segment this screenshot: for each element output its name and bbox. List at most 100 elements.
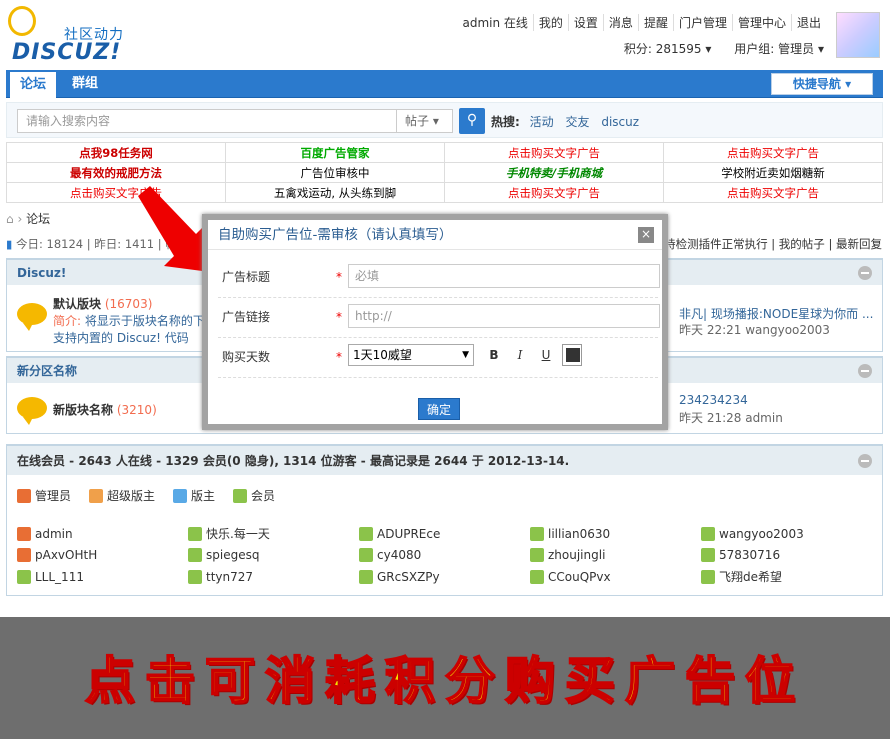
promo-banner: 点击可消耗积分购买广告位: [0, 617, 890, 739]
text-ad[interactable]: 手机特卖/手机商城: [444, 162, 664, 183]
forum-bubble-icon: [17, 303, 47, 331]
last-post-time: 昨天 22:21 wangyoo2003: [679, 323, 830, 337]
topbar-settings[interactable]: 设置: [567, 14, 603, 31]
text-ad[interactable]: 点我98任务网: [6, 142, 226, 163]
topbar-user[interactable]: admin 在线: [457, 14, 532, 31]
collapse-icon[interactable]: [858, 364, 872, 378]
tab-group[interactable]: 群组: [62, 70, 108, 98]
text-ad[interactable]: 广告位审核中: [225, 162, 445, 183]
ad-days-select[interactable]: 1天10威望 ▼: [348, 344, 474, 366]
topbar-portal-admin[interactable]: 门户管理: [672, 14, 732, 31]
tab-forum[interactable]: 论坛: [10, 72, 57, 98]
legend-label: 版主: [191, 489, 216, 503]
text-ad[interactable]: 点击购买文字广告: [444, 142, 664, 163]
home-icon[interactable]: ⌂: [6, 212, 14, 226]
member-item[interactable]: 57830716: [701, 548, 872, 562]
legend-label: 会员: [251, 489, 276, 503]
member-item[interactable]: spiegesq: [188, 548, 359, 562]
forum-desc: 简介: 将显示于版块名称的下面: [53, 312, 217, 329]
member-item[interactable]: LLL_111: [17, 568, 188, 585]
member-item[interactable]: ADUPREce: [359, 525, 530, 542]
collapse-icon[interactable]: [858, 454, 872, 468]
stats-icon: ▮: [6, 237, 13, 251]
legend-admin: 管理员: [17, 487, 71, 504]
text-ad[interactable]: 点击购买文字广告: [444, 182, 664, 203]
credits[interactable]: 积分: 281595: [624, 42, 702, 56]
color-picker-button[interactable]: [562, 344, 582, 366]
member-item[interactable]: admin: [17, 525, 188, 542]
text-ad[interactable]: 点击购买文字广告: [663, 182, 883, 203]
topbar-admin-center[interactable]: 管理中心: [731, 14, 791, 31]
required-mark: *: [336, 350, 342, 364]
member-item[interactable]: zhoujingli: [530, 548, 701, 562]
search-scope-select[interactable]: 帖子 ▾: [397, 109, 453, 133]
search-button[interactable]: ⚲: [459, 108, 485, 134]
hot-term[interactable]: 交友: [565, 115, 589, 129]
forum-count: (3210): [116, 403, 157, 417]
member-item[interactable]: ttyn727: [188, 568, 359, 585]
forum-bubble-icon: [17, 397, 47, 425]
member-name: 飞翔de希望: [719, 570, 783, 584]
text-ad[interactable]: 点击购买文字广告: [663, 142, 883, 163]
close-icon[interactable]: ×: [638, 227, 654, 243]
member-name: wangyoo2003: [719, 526, 804, 541]
last-post-title[interactable]: 234234234: [679, 393, 748, 407]
online-header: 在线会员 - 2643 人在线 - 1329 会员(0 隐身), 1314 位游…: [7, 445, 882, 475]
search-icon: ⚲: [466, 112, 478, 128]
usergroup[interactable]: 用户组: 管理员: [734, 42, 814, 56]
hot-term[interactable]: 活动: [530, 115, 554, 129]
topbar-notify[interactable]: 提醒: [637, 14, 673, 31]
confirm-button[interactable]: 确定: [418, 398, 460, 420]
forum-name[interactable]: 新版块名称: [53, 403, 113, 417]
text-ad[interactable]: 学校附近卖如烟糖新: [663, 162, 883, 183]
hot-term[interactable]: discuz: [601, 115, 639, 129]
forum-entry: 默认版块 (16703): [53, 295, 152, 312]
ad-title-input[interactable]: 必填: [348, 264, 660, 288]
bulb-icon: [8, 6, 36, 36]
member-item[interactable]: wangyoo2003: [701, 525, 872, 542]
search-input[interactable]: 请输入搜索内容: [17, 109, 397, 133]
avatar[interactable]: [836, 12, 880, 58]
member-name: pAxvOHtH: [35, 548, 98, 562]
ad-link-input[interactable]: http://: [348, 304, 660, 328]
italic-button[interactable]: I: [510, 344, 530, 366]
text-ad[interactable]: 最有效的戒肥方法: [6, 162, 226, 183]
last-post-title[interactable]: 非凡| 现场播报:NODE星球为你而 ...: [679, 305, 873, 322]
breadcrumb-forum[interactable]: 论坛: [26, 212, 50, 226]
quicknav-label: 快捷导航: [792, 77, 841, 91]
text-ad[interactable]: 百度广告管家: [225, 142, 445, 163]
member-item[interactable]: cy4080: [359, 548, 530, 562]
required-mark: *: [336, 270, 342, 284]
member-icon: [188, 526, 202, 541]
topbar-logout[interactable]: 退出: [790, 14, 826, 31]
breadcrumb: ⌂ › 论坛: [6, 212, 51, 226]
required-mark: *: [336, 310, 342, 324]
topbar-messages[interactable]: 消息: [602, 14, 638, 31]
underline-button[interactable]: U: [536, 344, 556, 366]
member-icon: [188, 569, 202, 584]
legend-label: 管理员: [35, 489, 72, 503]
member-icon: [17, 569, 31, 584]
quicknav-button[interactable]: 快捷导航 ▾: [771, 73, 873, 95]
collapse-icon[interactable]: [858, 266, 872, 280]
text-ad[interactable]: 五禽戏运动, 从头练到脚: [225, 182, 445, 203]
member-item[interactable]: CCouQPvx: [530, 568, 701, 585]
forum-name[interactable]: 默认版块: [53, 297, 101, 311]
bold-button[interactable]: B: [484, 344, 504, 366]
member-item[interactable]: pAxvOHtH: [17, 548, 188, 562]
topbar-mine[interactable]: 我的: [532, 14, 568, 31]
stats-links[interactable]: 持检测插件正常执行 | 我的帖子 | 最新回复: [664, 236, 882, 252]
buy-ad-dialog: 自助购买广告位-需审核（请认真填写） × 广告标题 * 必填 广告链接 * ht…: [202, 214, 668, 430]
member-item[interactable]: lillian0630: [530, 525, 701, 542]
member-name: LLL_111: [35, 569, 84, 584]
member-item[interactable]: 飞翔de希望: [701, 568, 872, 585]
member-icon: [530, 569, 544, 584]
category-title[interactable]: Discuz!: [17, 266, 66, 280]
legend-super-mod: 超级版主: [89, 487, 155, 504]
member-item[interactable]: 快乐.每一天: [188, 525, 359, 542]
member-icon: [701, 548, 715, 562]
discuz-logo[interactable]: 社区动力 DISCUZ!: [6, 4, 136, 66]
member-item[interactable]: GRcSXZPy: [359, 568, 530, 585]
category-title[interactable]: 新分区名称: [17, 364, 77, 378]
member-icon: [359, 548, 373, 562]
